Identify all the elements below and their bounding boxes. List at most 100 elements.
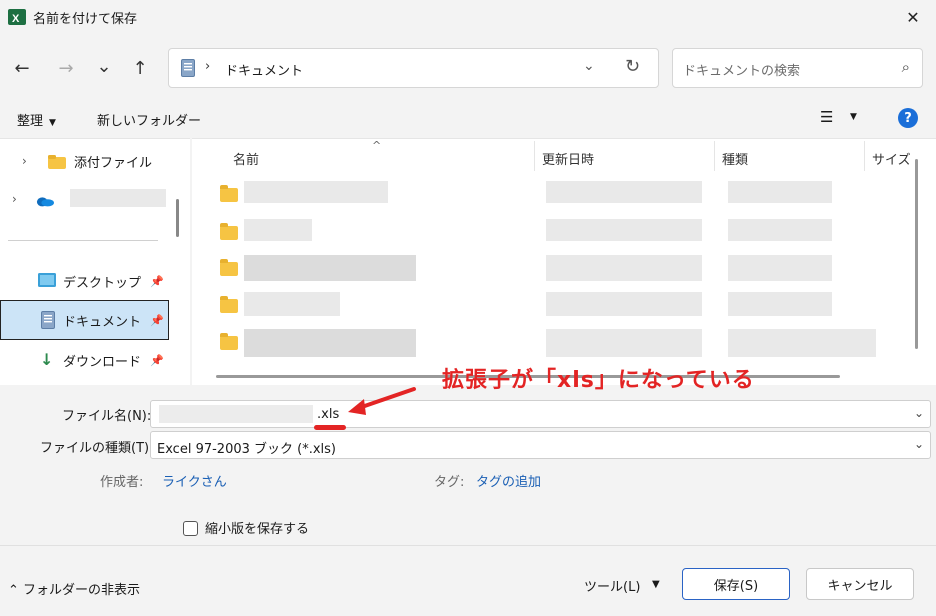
svg-text:X: X bbox=[12, 13, 20, 25]
redacted-text bbox=[546, 255, 702, 281]
close-button[interactable]: ✕ bbox=[890, 0, 936, 34]
up-button[interactable]: ↑ bbox=[126, 54, 154, 82]
sidebar-item-label: デスクトップ bbox=[63, 275, 142, 291]
recent-locations-button[interactable]: ⌄ bbox=[90, 52, 118, 80]
sidebar-item-documents[interactable]: ドキュメント 📌 bbox=[0, 300, 169, 340]
tools-button[interactable]: ツール(L) bbox=[584, 576, 640, 595]
download-icon: ↓ bbox=[40, 350, 54, 369]
column-header-modified[interactable]: 更新日時 bbox=[542, 149, 594, 168]
chevron-down-icon: ⌄ bbox=[96, 55, 112, 77]
search-box[interactable]: ドキュメントの検索 ⌕ bbox=[672, 48, 923, 88]
folder-icon bbox=[220, 333, 238, 350]
folder-icon bbox=[220, 296, 238, 313]
file-row[interactable] bbox=[216, 325, 916, 361]
excel-icon: X bbox=[8, 9, 26, 25]
file-row[interactable] bbox=[216, 288, 916, 324]
redacted-text bbox=[546, 292, 702, 316]
chevron-right-icon[interactable]: › bbox=[12, 192, 17, 206]
file-list: ^ 名前 更新日時 種類 サイズ bbox=[192, 138, 936, 385]
command-bar: 整理 ▼ 新しいフォルダー ☰ ▼ bbox=[0, 98, 936, 138]
search-icon[interactable]: ⌕ bbox=[902, 58, 910, 76]
hide-folders-button[interactable]: ⌃ フォルダーの非表示 bbox=[8, 579, 140, 598]
folder-icon bbox=[220, 185, 238, 202]
folder-icon bbox=[220, 223, 238, 240]
new-folder-button[interactable]: 新しいフォルダー bbox=[97, 110, 201, 129]
filename-value: .xls bbox=[317, 407, 340, 422]
forward-arrow-icon: → bbox=[58, 57, 74, 79]
help-button[interactable]: ? bbox=[898, 108, 918, 128]
vertical-scrollbar[interactable] bbox=[915, 159, 918, 349]
column-header-name[interactable]: 名前 bbox=[233, 149, 259, 168]
dialog-footer: ⌃ フォルダーの非表示 ツール(L) ▼ 保存(S) キャンセル bbox=[0, 545, 936, 616]
sidebar-item-desktop[interactable]: デスクトップ 📌 bbox=[0, 263, 172, 299]
navigation-bar: ← → ⌄ ↑ › ドキュメント ⌄ ↻ ドキュメントの検索 ⌕ bbox=[0, 34, 936, 98]
back-button[interactable]: ← bbox=[8, 54, 36, 82]
sidebar-item-label: ドキュメント bbox=[63, 314, 142, 330]
refresh-icon[interactable]: ↻ bbox=[625, 56, 640, 77]
sidebar-item-downloads[interactable]: ↓ ダウンロード 📌 bbox=[0, 342, 172, 378]
filetype-value: Excel 97-2003 ブック (*.xls) bbox=[157, 442, 337, 457]
close-icon: ✕ bbox=[906, 7, 920, 27]
thumbnail-checkbox[interactable] bbox=[183, 521, 198, 536]
column-header-size[interactable]: サイズ bbox=[872, 149, 911, 168]
column-separator[interactable] bbox=[714, 141, 715, 171]
author-field[interactable]: ライクさん bbox=[162, 471, 227, 490]
forward-button[interactable]: → bbox=[52, 54, 80, 82]
file-row[interactable] bbox=[216, 215, 916, 251]
caret-down-icon[interactable]: ▼ bbox=[850, 112, 857, 122]
address-bar[interactable]: › ドキュメント ⌄ ↻ bbox=[168, 48, 659, 88]
pin-icon: 📌 bbox=[150, 274, 164, 288]
annotation-arrow-icon bbox=[348, 387, 416, 415]
tags-label: タグ: bbox=[434, 475, 465, 490]
sidebar-item-label: 添付ファイル bbox=[74, 155, 153, 171]
back-arrow-icon: ← bbox=[14, 57, 30, 79]
filename-field[interactable]: .xls ⌄ bbox=[150, 400, 931, 428]
redacted-text bbox=[728, 329, 876, 357]
redacted-text bbox=[244, 255, 416, 281]
view-options-icon[interactable]: ☰ bbox=[820, 108, 833, 126]
sidebar-item-attachments[interactable]: › 添付ファイル bbox=[0, 143, 172, 179]
documents-icon bbox=[41, 311, 55, 329]
organize-button[interactable]: 整理 ▼ bbox=[17, 110, 56, 129]
save-button[interactable]: 保存(S) bbox=[682, 568, 790, 600]
search-input[interactable]: ドキュメントの検索 bbox=[683, 60, 800, 79]
window-title: 名前を付けて保存 bbox=[33, 12, 138, 27]
navigation-pane: › 添付ファイル › デスクトップ 📌 ドキュメント 📌 ↓ ダウンロード 📌 bbox=[0, 138, 190, 385]
sort-ascending-icon: ^ bbox=[372, 139, 382, 152]
file-row[interactable] bbox=[216, 251, 916, 287]
sidebar-item-onedrive[interactable]: › bbox=[0, 181, 172, 217]
filetype-select[interactable]: Excel 97-2003 ブック (*.xls) ⌄ bbox=[150, 431, 931, 459]
chevron-up-icon: ⌃ bbox=[8, 583, 19, 598]
pin-icon: 📌 bbox=[150, 313, 164, 327]
tags-field[interactable]: タグの追加 bbox=[476, 471, 541, 490]
redacted-text bbox=[546, 219, 702, 241]
documents-icon bbox=[181, 59, 195, 77]
divider bbox=[8, 240, 158, 241]
redacted-text bbox=[244, 219, 312, 241]
thumbnail-label[interactable]: 縮小版を保存する bbox=[205, 518, 309, 537]
hide-folders-label: フォルダーの非表示 bbox=[23, 583, 141, 598]
title-bar: X 名前を付けて保存 ✕ bbox=[0, 0, 936, 34]
chevron-down-icon[interactable]: ⌄ bbox=[914, 437, 924, 451]
filename-label: ファイル名(N): bbox=[62, 409, 152, 424]
sidebar-scrollbar[interactable] bbox=[176, 199, 179, 237]
column-header-type[interactable]: 種類 bbox=[722, 149, 748, 168]
chevron-right-icon[interactable]: › bbox=[22, 154, 27, 168]
folder-icon bbox=[220, 259, 238, 276]
caret-down-icon[interactable]: ▼ bbox=[652, 579, 660, 590]
address-dropdown-icon[interactable]: ⌄ bbox=[583, 58, 595, 74]
file-row[interactable] bbox=[216, 177, 916, 213]
column-separator[interactable] bbox=[534, 141, 535, 171]
breadcrumb[interactable]: ドキュメント bbox=[225, 60, 303, 79]
column-separator[interactable] bbox=[864, 141, 865, 171]
cancel-button[interactable]: キャンセル bbox=[806, 568, 914, 600]
annotation-underline bbox=[314, 425, 346, 430]
filetype-label: ファイルの種類(T): bbox=[40, 441, 154, 456]
redacted-text bbox=[244, 329, 416, 357]
desktop-icon bbox=[38, 273, 56, 287]
redacted-text bbox=[546, 181, 702, 203]
folder-icon bbox=[48, 155, 66, 169]
up-arrow-icon: ↑ bbox=[132, 57, 148, 79]
chevron-down-icon[interactable]: ⌄ bbox=[914, 406, 924, 420]
redacted-text bbox=[159, 405, 313, 423]
